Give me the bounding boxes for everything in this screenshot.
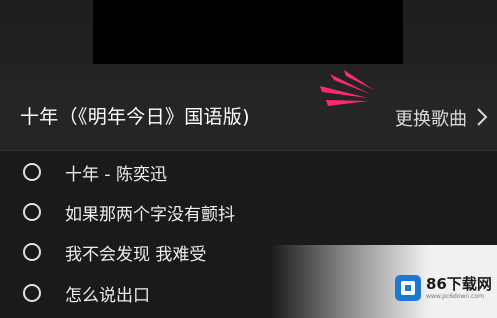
- watermark-name: 86下载网: [426, 274, 492, 293]
- radio-unselected-icon[interactable]: [23, 163, 41, 181]
- watermark-logo-icon: [395, 275, 421, 301]
- song-label: 十年 - 陈奕迅: [65, 164, 167, 185]
- watermark: 86下载网 www.pc6down.com: [395, 268, 495, 308]
- song-label: 我不会发现 我难受: [65, 244, 207, 265]
- current-song-title: 十年（《明年今日》国语版): [20, 106, 250, 128]
- radio-unselected-icon[interactable]: [23, 284, 41, 302]
- song-list-item[interactable]: 十年 - 陈奕迅: [0, 154, 420, 190]
- song-label: 如果那两个字没有颤抖: [65, 204, 235, 225]
- watermark-url: www.pc6down.com: [426, 292, 484, 300]
- song-list-item[interactable]: 如果那两个字没有颤抖: [0, 194, 420, 230]
- song-label: 怎么说出口: [65, 285, 150, 306]
- radio-unselected-icon[interactable]: [23, 203, 41, 221]
- radio-unselected-icon[interactable]: [23, 243, 41, 261]
- change-song-button[interactable]: 更换歌曲: [395, 105, 467, 131]
- chevron-right-icon[interactable]: [475, 106, 489, 128]
- red-pointer-arrow-icon: [320, 70, 374, 106]
- video-preview[interactable]: [93, 0, 403, 64]
